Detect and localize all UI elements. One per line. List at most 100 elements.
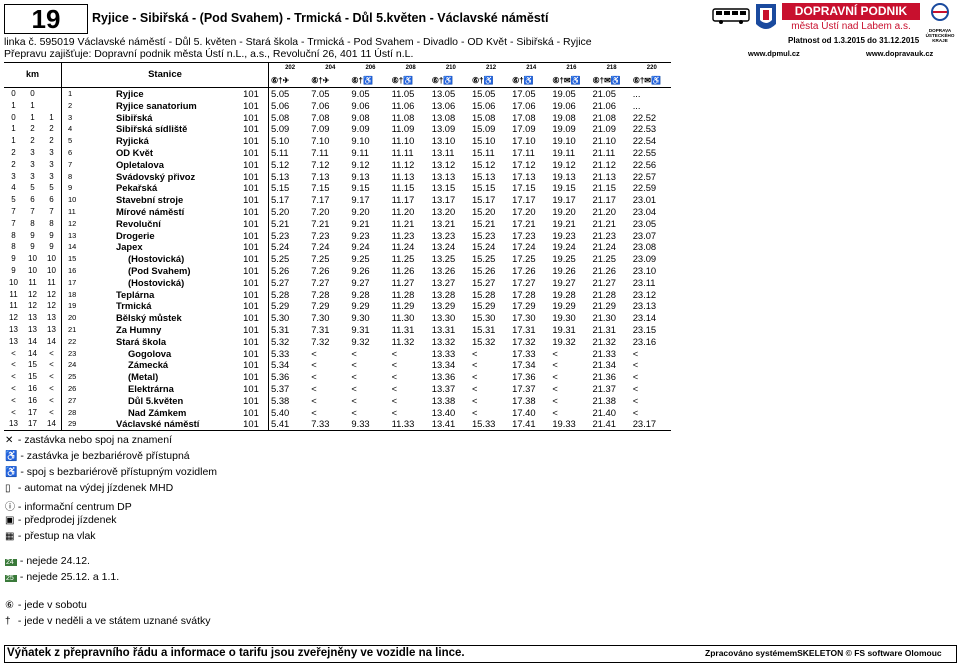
departure-time: 13.41	[429, 417, 470, 431]
departure-time: 5.40	[271, 406, 290, 418]
km-value: 15	[28, 372, 37, 382]
table-row: 9 10 10 15 (Hostovická) 101 5.25 7.25 9.25 11.25 1…	[4, 252, 671, 265]
departure-time: 23.01	[632, 194, 657, 206]
legend-text: - nejede 24.12.	[17, 555, 90, 567]
km-value: 13	[42, 323, 62, 336]
stop-name: Sibiřská sídliště	[116, 123, 188, 135]
table-row: 0 0 1 Ryjice 101 5.05 7.05 9.05 11.05 13.05 15.05 1…	[4, 87, 671, 100]
trip-marks: ⑥†♿	[510, 74, 551, 88]
km-value: 8	[30, 218, 35, 228]
departure-time: 21.15	[592, 182, 616, 194]
departure-time: 7.13	[311, 170, 330, 182]
stop-name: Ryjice sanatorium	[116, 99, 197, 111]
stop-index: 8	[68, 171, 73, 181]
km-value: <	[42, 370, 62, 383]
trip-number: 208	[389, 61, 430, 75]
departure-time: 9.24	[351, 241, 370, 253]
stop-name: Revoluční	[116, 217, 161, 229]
tariff-zone: 101	[234, 170, 269, 182]
km-value: 0	[30, 88, 35, 98]
legend-symbols: ✕ - zastávka nebo spoj na znamení ♿ - zas…	[5, 434, 217, 546]
departure-time: 17.40	[512, 406, 536, 418]
departure-time: 9.28	[351, 288, 370, 300]
departure-time: 5.33	[271, 347, 290, 359]
km-value: <	[11, 407, 16, 417]
departure-time: 13.32	[431, 335, 456, 347]
departure-time: 21.24	[592, 241, 616, 253]
departure-time: 15.28	[471, 288, 496, 300]
departure-time: 13.38	[431, 394, 456, 406]
km-value: 1	[11, 100, 16, 110]
departure-time: 5.20	[271, 205, 290, 217]
departure-time: <	[632, 359, 639, 371]
tariff-zone: 101	[234, 406, 269, 418]
departure-time: 22.52	[632, 111, 657, 123]
km-value: 5	[30, 183, 35, 193]
km-value: 0	[11, 88, 16, 98]
km-value: <	[42, 382, 62, 395]
departure-time: 5.06	[271, 99, 290, 111]
km-value: 5	[11, 195, 16, 205]
departure-time: 7.27	[311, 276, 330, 288]
km-value: 9	[11, 265, 16, 275]
tariff-zone: 101	[234, 299, 269, 312]
legend-item: ▦ - přestup na vlak	[5, 530, 217, 546]
departure-time: <	[471, 382, 478, 394]
table-row: <16 <26 Elektrárna 101 5.37 < < <13.37 <17.37 <21…	[4, 382, 671, 395]
table-row: <15 <25 (Metal) 101 5.36 < < <13.36 <17.36 <21.36…	[4, 370, 671, 383]
km-value: 7	[11, 206, 16, 216]
km-value: 3	[30, 147, 35, 157]
departure-time: 7.29	[311, 300, 330, 312]
trip-marks: ⑥†✉♿	[590, 74, 631, 88]
tariff-zone: 101	[234, 111, 269, 123]
departure-time: 5.12	[271, 158, 290, 170]
departure-time: 11.30	[391, 312, 415, 324]
departure-time: 19.33	[550, 417, 591, 431]
km-value: 13	[4, 417, 23, 431]
departure-time: <	[552, 371, 558, 383]
departure-time: 5.34	[271, 359, 290, 371]
table-row: 11 12 12 18 Teplárna 101 5.28 7.28 9.28 11.28 13.2…	[4, 288, 671, 300]
stop-name: Drogerie	[116, 229, 155, 241]
departure-time: 13.09	[431, 123, 456, 135]
stop-index: 12	[68, 218, 77, 228]
stop-name: Teplárna	[116, 288, 155, 300]
legend-item: ♿ - zastávka je bezbariérově přístupná	[5, 450, 217, 466]
departure-time: 13.29	[431, 300, 456, 312]
km-value: <	[42, 406, 62, 418]
tariff-zone: 101	[234, 288, 269, 300]
departure-time: 5.27	[271, 276, 290, 288]
departure-time: <	[351, 382, 357, 394]
departure-time: 5.09	[271, 123, 290, 135]
stop-name: Ryjice	[116, 87, 144, 99]
legend-item: ⑥ - jede v sobotu	[5, 599, 211, 615]
departure-time: 19.08	[552, 111, 576, 123]
km-value: <	[11, 348, 16, 358]
km-value: 13	[42, 311, 62, 324]
km-value: 14	[28, 348, 37, 358]
departure-time: <	[632, 406, 639, 418]
departure-time: 5.05	[271, 87, 290, 99]
departure-time: <	[552, 347, 558, 359]
stop-index: 15	[68, 254, 77, 264]
departure-time: 17.20	[512, 205, 536, 217]
departure-time: 9.11	[351, 146, 369, 158]
line-number: 19	[4, 4, 88, 34]
trip-number: 220	[630, 61, 671, 75]
departure-time: <	[351, 347, 357, 359]
legend-text: - spoj s bezbariérově přístupným vozidle…	[17, 466, 218, 478]
departure-time: 15.23	[471, 229, 496, 241]
departure-time: 19.17	[552, 194, 576, 206]
stop-index: 20	[68, 313, 77, 323]
trip-marks: ⑥†✉♿	[630, 74, 671, 88]
departure-time: 23.07	[632, 229, 657, 241]
departure-time: 21.12	[592, 158, 616, 170]
km-value: 2	[42, 122, 62, 135]
km-value: 16	[28, 395, 37, 405]
km-value: 9	[30, 230, 35, 240]
departure-time: 23.11	[632, 276, 656, 288]
legend-days: ⑥ - jede v sobotu † - jede v neděli a ve …	[5, 599, 211, 631]
departure-time: 17.28	[512, 288, 536, 300]
departure-time: 11.28	[391, 288, 415, 300]
stop-index: 25	[68, 372, 77, 382]
